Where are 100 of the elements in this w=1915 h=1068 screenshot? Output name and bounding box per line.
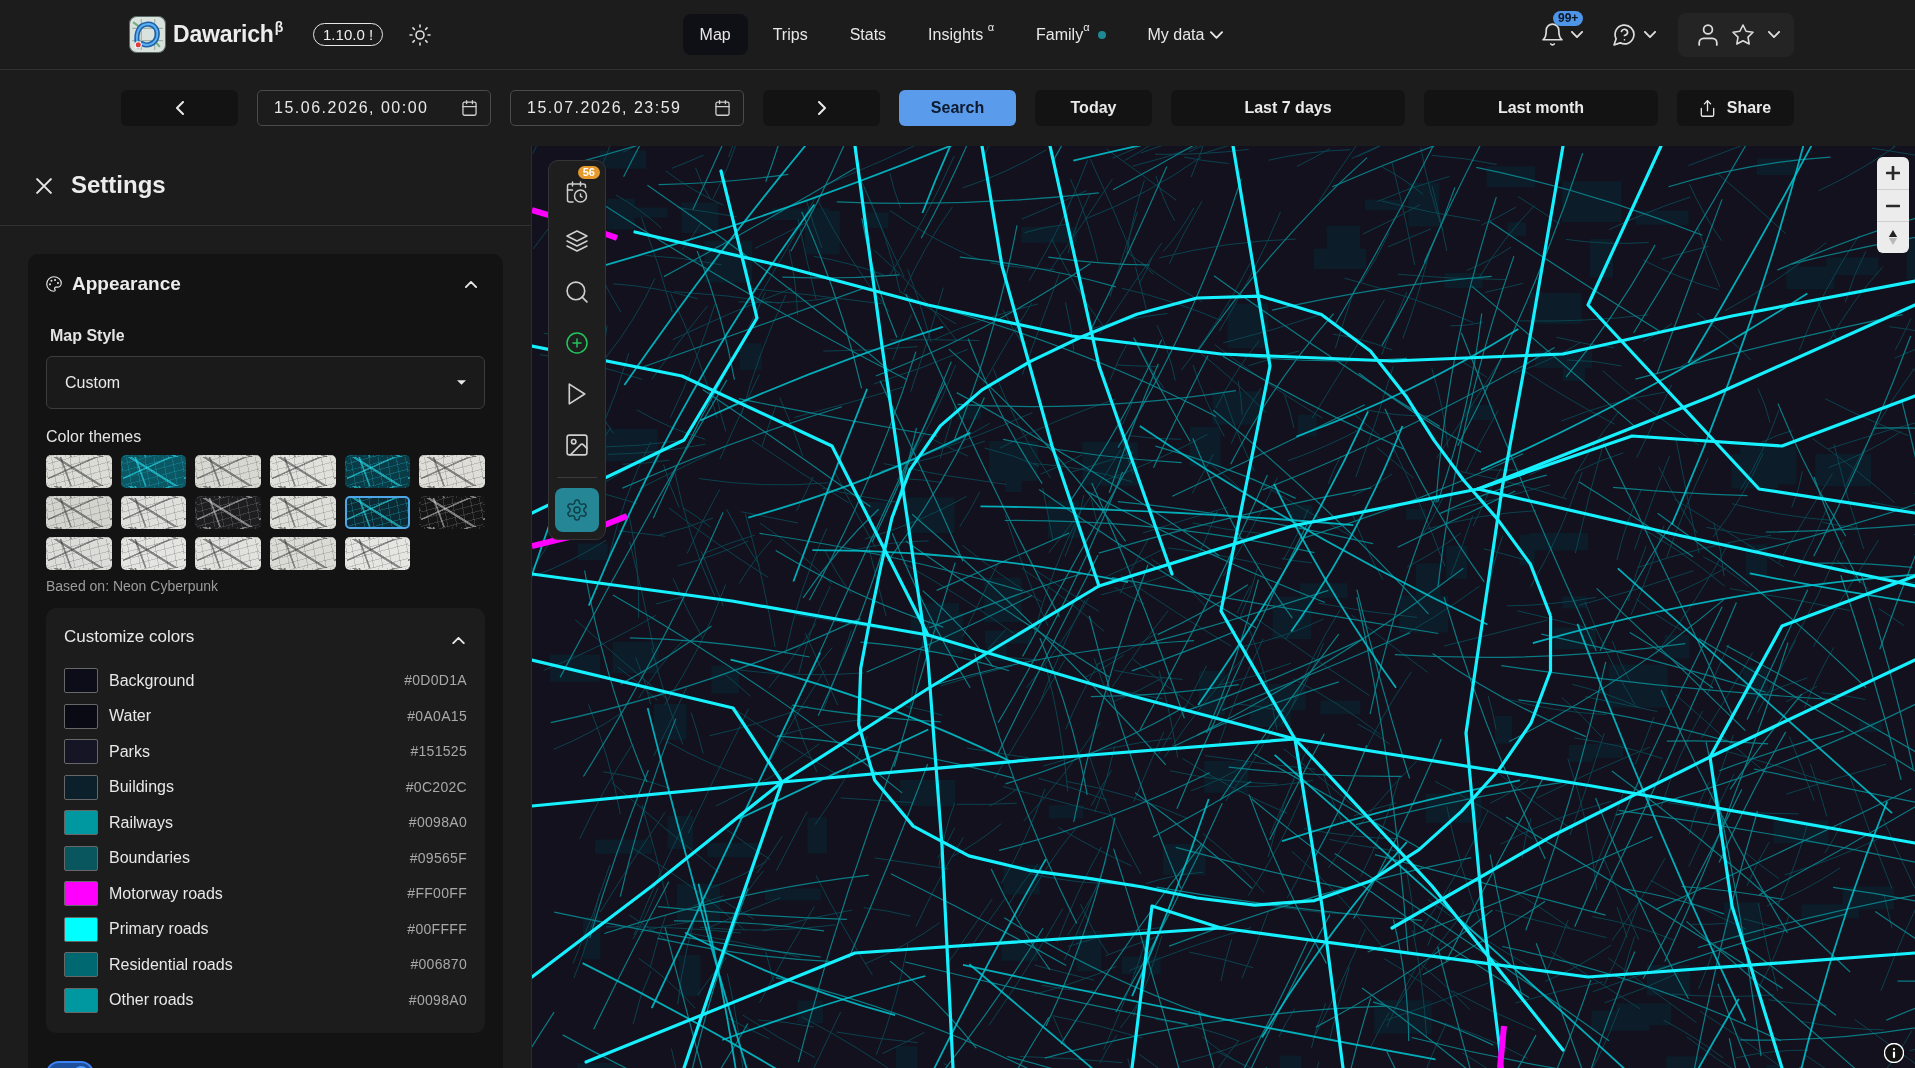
theme-thumbnail[interactable] xyxy=(195,537,261,570)
plus-icon xyxy=(1886,166,1900,180)
nav-link[interactable]: Trips xyxy=(755,14,825,55)
notification-badge: 99+ xyxy=(1553,11,1584,26)
date-field[interactable]: 15.06.2026, 00:00 xyxy=(257,90,491,126)
color-name: Buildings xyxy=(109,777,174,798)
color-hex: #151525 xyxy=(410,742,467,762)
theme-thumbnail[interactable] xyxy=(270,455,336,488)
today-button[interactable]: Today xyxy=(1035,90,1152,126)
date-field[interactable]: 15.07.2026, 23:59 xyxy=(510,90,744,126)
compass-icon xyxy=(1888,229,1898,246)
color-swatch[interactable] xyxy=(64,774,98,800)
close-icon[interactable] xyxy=(36,177,52,194)
theme-thumbnail[interactable] xyxy=(344,496,411,529)
theme-thumbnail[interactable] xyxy=(120,455,187,488)
theme-thumbnail[interactable] xyxy=(270,496,336,529)
theme-thumbnail[interactable] xyxy=(419,455,485,488)
color-name: Parks xyxy=(109,741,150,762)
share-icon xyxy=(1699,99,1715,117)
color-hex: #FF00FF xyxy=(407,884,467,904)
add-icon xyxy=(566,332,588,354)
theme-thumbnail[interactable] xyxy=(120,537,187,570)
image-icon xyxy=(566,434,588,456)
field-label: Color themes xyxy=(46,427,143,447)
color-hex: #09565F xyxy=(409,848,467,868)
color-swatch[interactable] xyxy=(64,739,98,765)
chevron-down-icon[interactable] xyxy=(1644,31,1656,38)
color-name: Motorway roads xyxy=(109,883,223,904)
last-7-days-button[interactable]: Last 7 days xyxy=(1171,90,1405,126)
map-style-select[interactable]: Custom xyxy=(46,356,485,409)
calendar-icon[interactable] xyxy=(715,100,730,116)
color-swatch[interactable] xyxy=(64,810,98,836)
theme-thumbnail[interactable] xyxy=(419,496,485,529)
color-hex: #0C202C xyxy=(405,777,467,797)
chevron-down-icon xyxy=(1768,31,1780,38)
help-icon[interactable] xyxy=(1613,23,1636,46)
calendar-icon[interactable] xyxy=(462,100,477,116)
share-button[interactable]: Share xyxy=(1677,90,1794,126)
color-swatch[interactable] xyxy=(64,987,98,1013)
color-swatch[interactable] xyxy=(64,668,98,694)
star-icon xyxy=(1732,23,1754,46)
color-hex: #0098A0 xyxy=(408,990,467,1010)
account-menu[interactable] xyxy=(1678,12,1794,57)
bell-icon[interactable] xyxy=(1542,23,1563,46)
theme-thumbnail[interactable] xyxy=(270,537,336,570)
chevron-up-icon[interactable] xyxy=(465,280,477,288)
nav-link[interactable]: Family$^{α}$ xyxy=(1019,14,1123,55)
logo-icon[interactable] xyxy=(129,16,166,53)
color-hex: #006870 xyxy=(410,955,467,975)
app-name[interactable]: Dawarich$^{β}$ xyxy=(173,17,284,52)
color-hex: #00FFFF xyxy=(407,919,467,939)
chevron-down-icon[interactable] xyxy=(1571,31,1583,38)
info-icon[interactable] xyxy=(1884,1043,1904,1063)
panel-title: Settings xyxy=(71,171,166,200)
color-hex: #0098A0 xyxy=(408,813,467,833)
theme-thumbnail[interactable] xyxy=(46,496,112,529)
nav-link[interactable]: Stats xyxy=(832,14,904,55)
color-name: Water xyxy=(109,706,152,727)
theme-thumbnail[interactable] xyxy=(46,537,112,570)
subsection-title: Customize colors xyxy=(64,626,195,648)
theme-thumbnail[interactable] xyxy=(195,496,261,529)
layers-icon xyxy=(566,230,588,252)
user-icon xyxy=(1698,23,1718,46)
color-hex: #0A0A15 xyxy=(407,706,467,726)
field-label: Map Style xyxy=(50,326,126,346)
color-swatch[interactable] xyxy=(64,703,98,729)
last-month-button[interactable]: Last month xyxy=(1424,90,1658,126)
color-name: Railways xyxy=(109,812,173,833)
theme-thumbnail[interactable] xyxy=(195,455,261,488)
minus-icon xyxy=(1886,203,1900,208)
theme-thumbnail[interactable] xyxy=(344,537,411,570)
theme-thumbnail[interactable] xyxy=(344,455,411,488)
color-hex: #0D0D1A xyxy=(404,671,467,691)
sun-icon[interactable] xyxy=(409,23,432,46)
theme-thumbnail[interactable] xyxy=(120,496,187,529)
chevron-left-icon xyxy=(175,101,184,115)
nav-link[interactable]: My data xyxy=(1130,14,1241,55)
nav-link[interactable]: Insights $^{α}$ xyxy=(911,14,1012,55)
count-badge: 56 xyxy=(577,166,600,179)
color-name: Boundaries xyxy=(109,848,190,869)
color-swatch[interactable] xyxy=(64,845,98,871)
calendar-clock-icon xyxy=(566,181,588,203)
search-button[interactable]: Search xyxy=(899,90,1016,126)
theme-thumbnail[interactable] xyxy=(46,455,112,488)
color-name: Residential roads xyxy=(109,954,233,975)
color-swatch[interactable] xyxy=(64,952,98,978)
color-name: Background xyxy=(109,670,195,691)
search-icon xyxy=(566,281,588,303)
nav-link[interactable]: Map xyxy=(682,14,748,55)
color-name: Primary roads xyxy=(109,919,209,940)
based-on-text: Based on: Neon Cyberpunk xyxy=(46,577,219,595)
chevron-right-icon xyxy=(817,101,826,115)
color-swatch[interactable] xyxy=(64,881,98,907)
chevron-up-icon[interactable] xyxy=(452,636,465,644)
section-title: Appearance xyxy=(72,271,181,296)
palette-icon xyxy=(46,276,62,292)
color-name: Other roads xyxy=(109,990,194,1011)
color-swatch[interactable] xyxy=(64,916,98,942)
settings-icon xyxy=(566,499,588,521)
play-icon xyxy=(566,383,588,405)
